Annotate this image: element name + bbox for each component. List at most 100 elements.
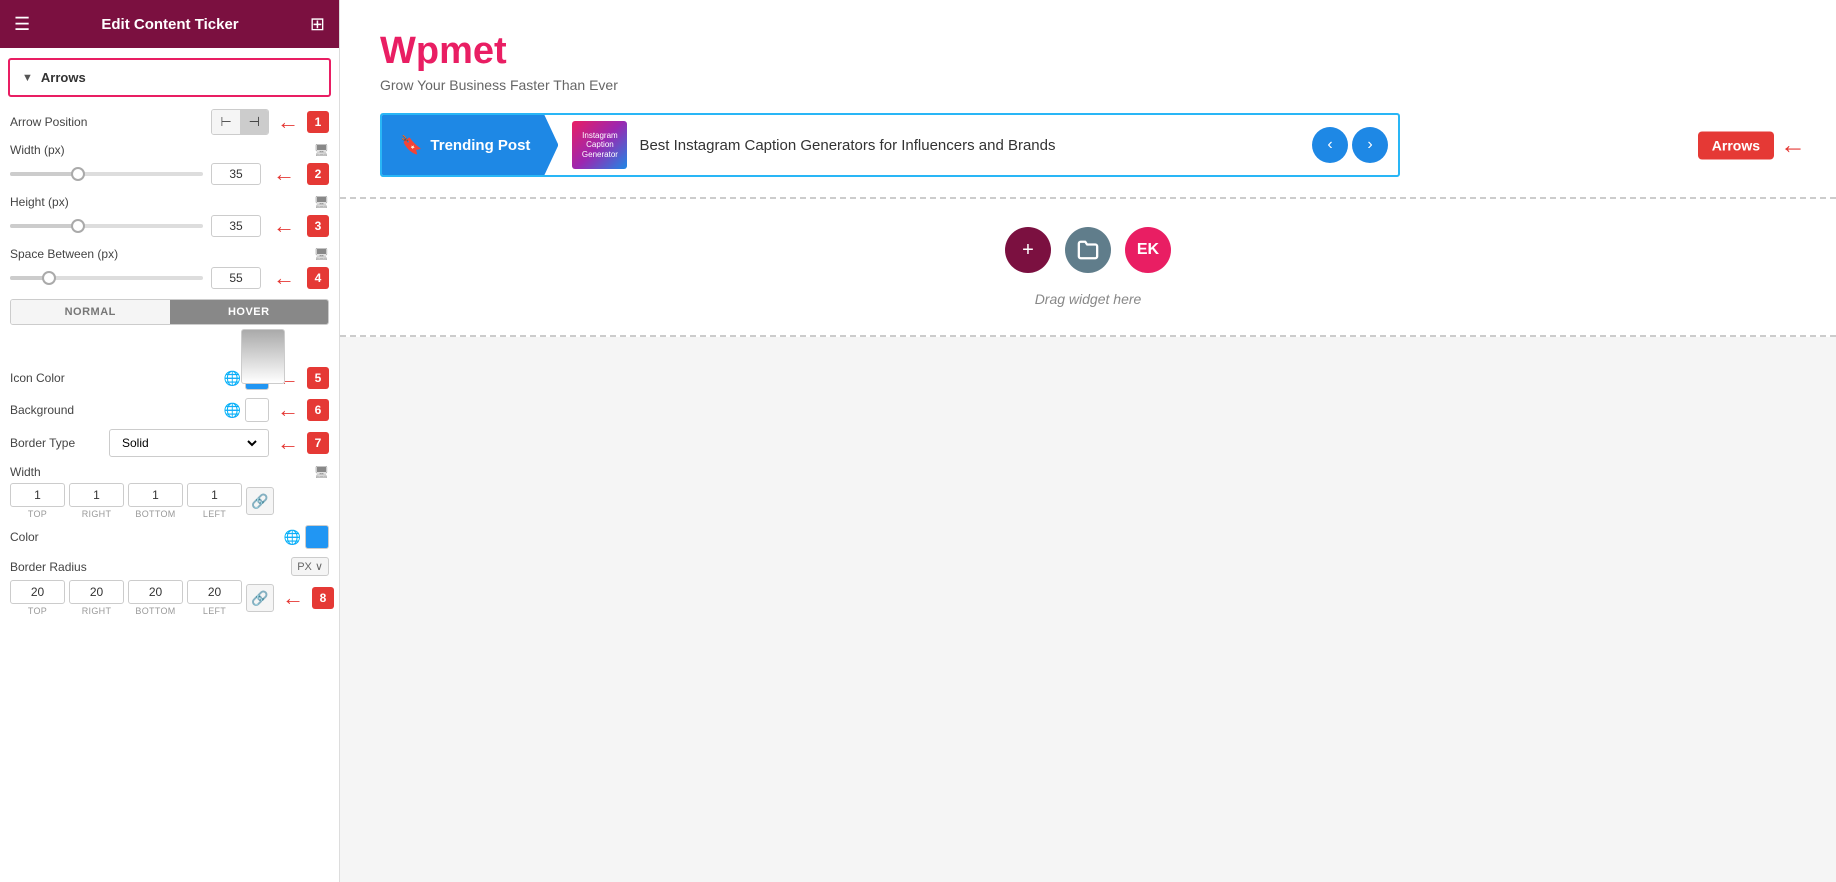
radius-bottom: BOTTOM [128, 580, 183, 616]
border-color-swatch[interactable] [305, 525, 329, 549]
annotation-arrow-8: ← [282, 585, 304, 611]
height-slider-row: ← 3 [10, 213, 329, 239]
hamburger-icon[interactable]: ☰ [14, 14, 30, 35]
space-between-control-row: Space Between (px) 🖥 [10, 247, 329, 261]
arrow-position-row: Arrow Position ⊢ ⊣ ← 1 [10, 109, 329, 135]
section-content: Arrow Position ⊢ ⊣ ← 1 Width (px) 🖥 ← 2 [0, 103, 339, 630]
annotation-arrow-6: ← [277, 397, 299, 423]
radius-top-input[interactable] [10, 580, 65, 604]
border-width-monitor-icon: 🖥 [314, 465, 329, 479]
width-monitor-icon: 🖥 [314, 143, 329, 157]
normal-tab-btn[interactable]: NORMAL [11, 300, 170, 324]
eks-widget-btn[interactable]: EK [1125, 227, 1171, 273]
radius-left-label: LEFT [203, 606, 226, 616]
height-slider-track[interactable] [10, 224, 203, 228]
radius-right-label: RIGHT [82, 606, 112, 616]
height-label: Height (px) [10, 195, 69, 209]
radius-right-input[interactable] [69, 580, 124, 604]
ticker-label-text: Trending Post [430, 137, 530, 154]
border-color-controls: 🌐 [284, 525, 329, 549]
border-right-input[interactable] [69, 483, 124, 507]
arrow-pos-left-btn[interactable]: ⊢ [212, 110, 240, 134]
annotation-badge-7: 7 [307, 432, 329, 454]
width-control-row: Width (px) 🖥 [10, 143, 329, 157]
border-link-btn[interactable]: 🔗 [246, 487, 274, 515]
background-color-swatch[interactable] [245, 398, 269, 422]
height-value-input[interactable] [211, 215, 261, 237]
add-widget-btn[interactable]: + [1005, 227, 1051, 273]
annotation-badge-4: 4 [307, 267, 329, 289]
annotation-badge-6: 6 [307, 399, 329, 421]
ticker-next-btn[interactable]: › [1352, 127, 1388, 163]
background-row: Background 🌐 ← 6 [10, 397, 329, 423]
border-width-four-box: TOP RIGHT BOTTOM LEFT 🔗 [10, 483, 329, 519]
radius-link-btn[interactable]: 🔗 [246, 584, 274, 612]
radius-top: TOP [10, 580, 65, 616]
border-top-input[interactable] [10, 483, 65, 507]
width-value-input[interactable] [211, 163, 261, 185]
ticker-prev-btn[interactable]: ‹ [1312, 127, 1348, 163]
radius-top-label: TOP [28, 606, 47, 616]
radius-bottom-input[interactable] [128, 580, 183, 604]
radius-left-input[interactable] [187, 580, 242, 604]
widget-buttons: + EK [1005, 227, 1171, 273]
normal-hover-toggle: NORMAL HOVER [10, 299, 329, 325]
arrow-position-buttons: ⊢ ⊣ [211, 109, 269, 135]
border-left-label: LEFT [203, 509, 226, 519]
section-arrows[interactable]: ▼ Arrows [8, 58, 331, 97]
border-bottom-input[interactable] [128, 483, 183, 507]
border-width-control-row: Width 🖥 [10, 465, 329, 479]
arrow-pos-right-btn[interactable]: ⊣ [241, 110, 268, 134]
border-width-label: Width [10, 465, 41, 479]
empty-section [340, 337, 1836, 882]
ticker-label: 🔖 Trending Post [382, 115, 558, 175]
thumb-line1: Instagram [582, 131, 618, 141]
border-width-top: TOP [10, 483, 65, 519]
section-collapse-icon: ▼ [22, 72, 33, 84]
annotation-badge-2: 2 [307, 163, 329, 185]
space-between-label: Space Between (px) [10, 247, 118, 261]
border-type-row: Border Type Solid None Dashed Dotted Dou… [10, 429, 329, 457]
space-slider-track[interactable] [10, 276, 203, 280]
left-panel: ☰ Edit Content Ticker ⊞ ▼ Arrows Arrow P… [0, 0, 340, 882]
height-monitor-icon: 🖥 [314, 195, 329, 209]
space-monitor-icon: 🖥 [314, 247, 329, 261]
border-width-left: LEFT [187, 483, 242, 519]
icon-color-label: Icon Color [10, 371, 65, 385]
border-bottom-label: BOTTOM [135, 509, 175, 519]
border-top-label: TOP [28, 509, 47, 519]
background-globe-icon[interactable]: 🌐 [224, 402, 241, 419]
border-color-label: Color [10, 530, 39, 544]
width-label: Width (px) [10, 143, 65, 157]
ticker-content: Instagram Caption Generator Best Instagr… [558, 115, 1302, 175]
border-left-input[interactable] [187, 483, 242, 507]
grid-icon[interactable]: ⊞ [310, 14, 325, 35]
icon-color-globe-icon[interactable]: 🌐 [224, 370, 241, 387]
border-width-right: RIGHT [69, 483, 124, 519]
ticker-widget: 🔖 Trending Post Instagram Caption Genera… [380, 113, 1400, 177]
folder-widget-btn[interactable] [1065, 227, 1111, 273]
arrow-position-label: Arrow Position [10, 115, 87, 129]
width-slider-track[interactable] [10, 172, 203, 176]
border-type-label: Border Type [10, 436, 75, 450]
background-controls: 🌐 ← 6 [224, 397, 329, 423]
hover-tab-btn[interactable]: HOVER [170, 300, 329, 324]
annotation-arrow-2: ← [273, 161, 295, 187]
width-slider-row: ← 2 [10, 161, 329, 187]
border-color-globe-icon[interactable]: 🌐 [284, 529, 301, 546]
border-radius-unit[interactable]: PX ∨ [291, 557, 329, 576]
ticker-thumbnail: Instagram Caption Generator [572, 121, 627, 169]
border-radius-label: Border Radius [10, 560, 87, 574]
height-control-row: Height (px) 🖥 [10, 195, 329, 209]
annotation-arrow-7: ← [277, 430, 299, 456]
annotation-arrow-4: ← [273, 265, 295, 291]
annotation-arrow-1: ← [277, 109, 299, 135]
border-type-select[interactable]: Solid None Dashed Dotted Double Groove [118, 435, 260, 451]
space-value-input[interactable] [211, 267, 261, 289]
border-type-select-wrapper[interactable]: Solid None Dashed Dotted Double Groove [109, 429, 269, 457]
annotation-badge-1: 1 [307, 111, 329, 133]
panel-title: Edit Content Ticker [101, 16, 238, 33]
arrows-annotation: Arrows → [1698, 130, 1806, 161]
ticker-arrows: ‹ › [1302, 115, 1398, 175]
right-panel: Wpmet Grow Your Business Faster Than Eve… [340, 0, 1836, 882]
